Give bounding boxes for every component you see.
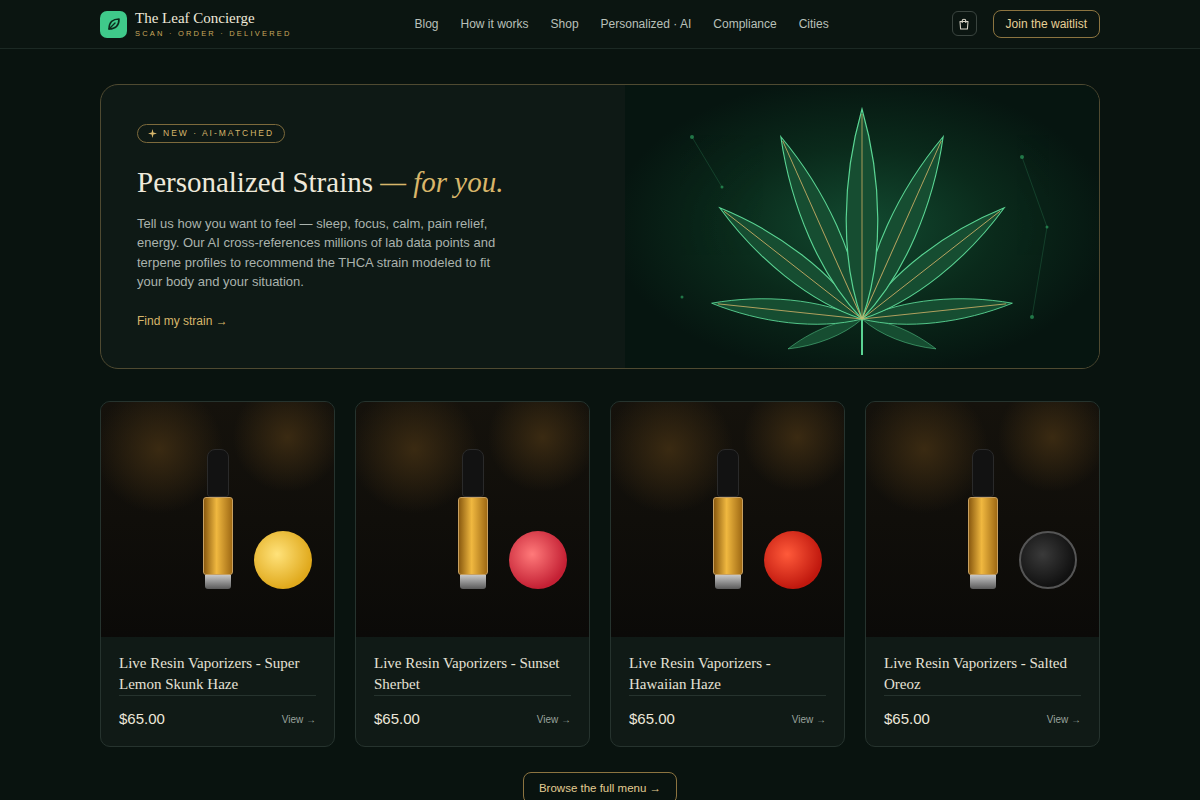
main-nav: Blog How it works Shop Personalized · AI Com…	[415, 11, 829, 37]
cartridge-mouthpiece	[462, 449, 484, 497]
product-body: Live Resin Vaporizers - Salted Oreoz$65.…	[866, 637, 1099, 747]
fruit-decoration	[764, 531, 822, 589]
nav-item: Personalized · AI	[601, 11, 692, 37]
cartridge-mouthpiece	[207, 449, 229, 497]
brand-name: The Leaf Concierge	[135, 11, 292, 26]
cartridge-mouthpiece	[717, 449, 739, 497]
hero-title-accent: — for you.	[380, 166, 503, 198]
cart-button[interactable]	[952, 11, 977, 36]
cartridge-body	[713, 497, 743, 575]
brand-link[interactable]: The Leaf Concierge SCAN · ORDER · DELIVE…	[100, 11, 292, 38]
cartridge-body	[458, 497, 488, 575]
sparkle-icon	[148, 129, 157, 138]
view-link[interactable]: View →	[792, 712, 826, 727]
cartridge-base	[715, 575, 741, 589]
product-footer: $65.00 View →	[629, 695, 826, 731]
nav-item: How it works	[461, 11, 529, 37]
product-card[interactable]: Live Resin Vaporizers - Hawaiian Haze$65…	[610, 401, 845, 748]
product-card[interactable]: Live Resin Vaporizers - Sunset Sherbet$6…	[355, 401, 590, 748]
badge-text: NEW · AI-MATCHED	[163, 128, 274, 139]
cartridge-mouthpiece	[972, 449, 994, 497]
nav-link[interactable]: Blog	[415, 11, 439, 37]
product-footer: $65.00 View →	[119, 695, 316, 731]
find-strain-link[interactable]: Find my strain →	[137, 312, 228, 330]
product-price: $65.00	[374, 708, 420, 731]
cannabis-leaf-icon	[652, 97, 1072, 355]
leaf-logo-icon	[100, 11, 127, 38]
product-name: Live Resin Vaporizers - Salted Oreoz	[884, 653, 1081, 695]
cartridge-body	[203, 497, 233, 575]
fruit-decoration	[1019, 531, 1077, 589]
product-name: Live Resin Vaporizers - Sunset Sherbet	[374, 653, 571, 695]
nav-link[interactable]: Compliance	[713, 11, 776, 37]
product-body: Live Resin Vaporizers - Hawaiian Haze$65…	[611, 637, 844, 747]
view-link[interactable]: View →	[282, 712, 316, 727]
waitlist-button[interactable]: Join the waitlist	[993, 10, 1100, 39]
nav-item: Blog	[415, 11, 439, 37]
product-name: Live Resin Vaporizers - Super Lemon Skun…	[119, 653, 316, 695]
product-price: $65.00	[119, 708, 165, 731]
product-body: Live Resin Vaporizers - Super Lemon Skun…	[101, 637, 334, 747]
hero-image	[625, 85, 1099, 368]
cartridge-base	[460, 575, 486, 589]
product-card[interactable]: Live Resin Vaporizers - Salted Oreoz$65.…	[865, 401, 1100, 748]
product-grid: Live Resin Vaporizers - Super Lemon Skun…	[100, 401, 1100, 748]
nav-link[interactable]: Cities	[799, 11, 829, 37]
cartridge-body	[968, 497, 998, 575]
product-image	[866, 402, 1099, 637]
product-price: $65.00	[629, 708, 675, 731]
product-name: Live Resin Vaporizers - Hawaiian Haze	[629, 653, 826, 695]
hero-badge: NEW · AI-MATCHED	[137, 124, 285, 143]
cartridge-base	[205, 575, 231, 589]
brand-tagline: SCAN · ORDER · DELIVERED	[135, 30, 292, 38]
top-bar: The Leaf Concierge SCAN · ORDER · DELIVE…	[0, 0, 1200, 49]
product-price: $65.00	[884, 708, 930, 731]
product-image	[611, 402, 844, 637]
product-footer: $65.00 View →	[374, 695, 571, 731]
hero-description: Tell us how you want to feel — sleep, fo…	[137, 214, 499, 292]
fruit-decoration	[509, 531, 567, 589]
product-image	[356, 402, 589, 637]
nav-item: Compliance	[713, 11, 776, 37]
browse-menu-button[interactable]: Browse the full menu →	[523, 772, 677, 800]
product-card[interactable]: Live Resin Vaporizers - Super Lemon Skun…	[100, 401, 335, 748]
bag-icon	[958, 18, 970, 30]
nav-link[interactable]: Personalized · AI	[601, 11, 692, 37]
hero-title-text: Personalized Strains	[137, 166, 373, 198]
view-link[interactable]: View →	[537, 712, 571, 727]
nav-link[interactable]: How it works	[461, 11, 529, 37]
hero-card: NEW · AI-MATCHED Personalized Strains— f…	[100, 84, 1100, 369]
product-image	[101, 402, 334, 637]
nav-link[interactable]: Shop	[551, 11, 579, 37]
product-body: Live Resin Vaporizers - Sunset Sherbet$6…	[356, 637, 589, 747]
nav-item: Shop	[551, 11, 579, 37]
view-link[interactable]: View →	[1047, 712, 1081, 727]
hero-title: Personalized Strains— for you.	[137, 165, 589, 200]
cartridge-base	[970, 575, 996, 589]
product-footer: $65.00 View →	[884, 695, 1081, 731]
nav-item: Cities	[799, 11, 829, 37]
fruit-decoration	[254, 531, 312, 589]
